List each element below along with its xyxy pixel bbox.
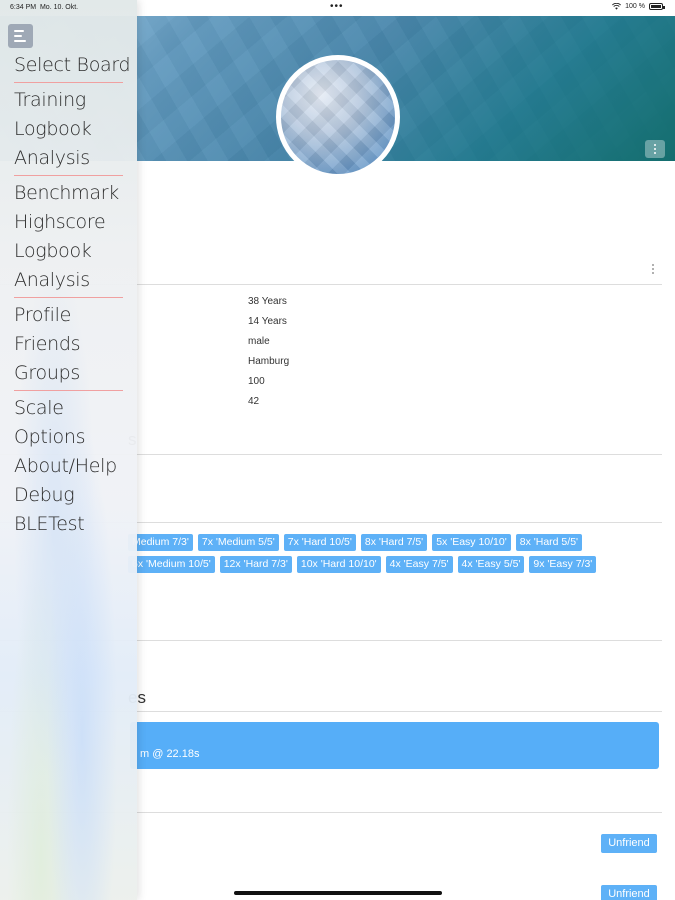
tags-row-1: Medium 7/3' 7x 'Medium 5/5' 7x 'Hard 10/… [128, 534, 583, 551]
battery-icon [649, 3, 665, 10]
menu-separator [14, 175, 123, 176]
menu-item-benchmark-analysis[interactable]: Analysis [14, 267, 130, 296]
status-right: 100 % [612, 3, 665, 10]
workout-tag[interactable]: 5x 'Easy 10/10' [432, 534, 511, 551]
menu-toggle-button[interactable] [8, 24, 33, 48]
status-time: 6:34 PM Mo. 10. Okt. [10, 4, 78, 11]
workout-tag[interactable]: 8x 'Hard 5/5' [515, 534, 583, 551]
status-time-text: 6:34 PM [10, 4, 37, 11]
workout-tag[interactable]: 10x 'Hard 10/10' [296, 556, 381, 573]
tags-row-2: 6x 'Medium 10/5' 12x 'Hard 7/3' 10x 'Har… [128, 556, 597, 573]
multitasking-dots[interactable]: ••• [330, 1, 344, 12]
menu-item-training-analysis[interactable]: Analysis [14, 145, 130, 174]
workout-tag[interactable]: 8x 'Hard 7/5' [360, 534, 428, 551]
menu-item-training-logbook[interactable]: Logbook [14, 116, 130, 145]
info-experience: 14 Years [248, 316, 287, 327]
side-menu: Select Board Training Logbook Analysis B… [0, 0, 137, 900]
info-value-6: 42 [248, 396, 260, 407]
menu-item-scale[interactable]: Scale [14, 395, 130, 424]
workout-tag[interactable]: 7x 'Medium 5/5' [197, 534, 279, 551]
info-age: 38 Years [248, 296, 287, 307]
banner-menu-button[interactable] [645, 140, 665, 158]
menu-item-select-board[interactable]: Select Board [14, 52, 131, 81]
menu-item-highscore[interactable]: Highscore [14, 209, 130, 238]
highscore-result-bar[interactable]: m @ 22.18s [130, 722, 659, 769]
menu-list: Select Board Training Logbook Analysis B… [14, 52, 131, 540]
workout-tag[interactable]: 12x 'Hard 7/3' [219, 556, 292, 573]
unfriend-button[interactable]: Unfriend [601, 834, 657, 853]
avatar[interactable] [276, 55, 400, 179]
menu-item-groups[interactable]: Groups [14, 360, 130, 389]
info-city: Hamburg [248, 356, 290, 367]
menu-item-benchmark[interactable]: Benchmark [14, 180, 130, 209]
info-gender: male [248, 336, 270, 347]
info-options-icon[interactable] [652, 264, 654, 274]
menu-item-training[interactable]: Training [14, 87, 130, 116]
status-bar: 6:34 PM Mo. 10. Okt. ••• 100 % [0, 0, 675, 16]
menu-item-benchmark-logbook[interactable]: Logbook [14, 238, 130, 267]
menu-separator [14, 82, 123, 83]
menu-item-bletest[interactable]: BLETest [14, 511, 130, 540]
result-text: m @ 22.18s [140, 748, 200, 760]
workout-tag[interactable]: 6x 'Medium 10/5' [128, 556, 215, 573]
workout-tag[interactable]: 4x 'Easy 5/5' [457, 556, 525, 573]
profile-info-values: 38 Years 14 Years male Hamburg 100 42 [248, 296, 289, 416]
workout-tag[interactable]: 7x 'Hard 10/5' [283, 534, 356, 551]
info-value-5: 100 [248, 376, 265, 387]
status-date-text: Mo. 10. Okt. [39, 4, 79, 11]
workout-tag[interactable]: 4x 'Easy 7/5' [385, 556, 453, 573]
menu-separator [14, 297, 123, 298]
workout-tag[interactable]: Medium 7/3' [128, 534, 193, 551]
unfriend-button[interactable]: Unfriend [601, 885, 657, 900]
battery-percent: 100 % [625, 3, 645, 10]
menu-separator [14, 390, 123, 391]
menu-item-about-help[interactable]: About/Help [14, 453, 130, 482]
menu-item-options[interactable]: Options [14, 424, 130, 453]
menu-item-friends[interactable]: Friends [14, 331, 130, 360]
menu-item-profile[interactable]: Profile [14, 302, 130, 331]
wifi-icon [612, 3, 622, 10]
workout-tag[interactable]: 9x 'Easy 7/3' [529, 556, 597, 573]
menu-item-debug[interactable]: Debug [14, 482, 130, 511]
home-indicator[interactable] [234, 891, 442, 895]
